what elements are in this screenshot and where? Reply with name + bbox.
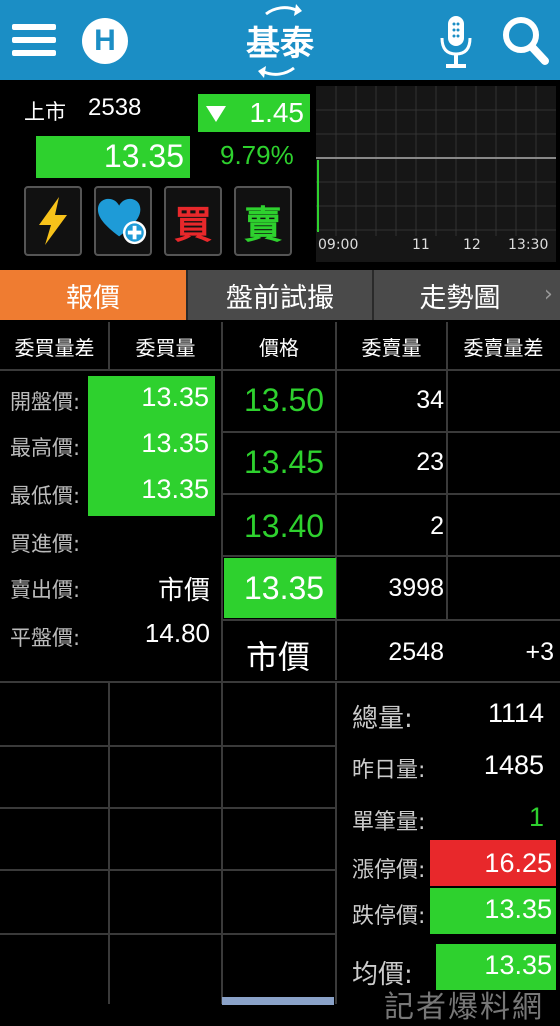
heart-add-icon	[97, 198, 147, 245]
yesterday-volume-label: 昨日量:	[352, 758, 426, 783]
average-price-value: 13.35	[484, 950, 552, 980]
tab-trend-chart[interactable]: 走勢圖	[374, 270, 546, 320]
book-ask-diff: +3	[525, 638, 554, 666]
buy-button[interactable]: 買	[164, 186, 222, 256]
ask-price-label: 賣出價:	[10, 578, 81, 602]
tick-volume-value: 1	[528, 802, 544, 832]
header-price: 價格	[259, 335, 299, 360]
change-box: 1.45	[198, 94, 310, 132]
tab-bar: 報價 盤前試撮 走勢圖 ›	[0, 270, 560, 320]
flash-order-button[interactable]	[24, 186, 82, 256]
stock-name: 基泰	[246, 23, 314, 64]
total-volume-value: 1114	[487, 698, 544, 728]
tick-volume-label: 單筆量:	[352, 810, 426, 835]
scroll-indicator	[222, 997, 334, 1005]
chart-tick-1330: 13:30	[508, 237, 549, 253]
intraday-mini-chart[interactable]	[316, 86, 556, 262]
bid-price-label: 買進價:	[10, 532, 81, 556]
add-favorite-button[interactable]	[94, 186, 152, 256]
book-ask-volume: 3998	[388, 574, 444, 602]
high-price-label: 最高價:	[10, 436, 81, 460]
open-price-value: 13.35	[141, 382, 209, 412]
reference-price-value: 14.80	[144, 618, 210, 648]
search-icon[interactable]	[500, 14, 550, 68]
limit-up-label: 漲停價:	[352, 858, 426, 883]
book-price[interactable]: 13.45	[244, 444, 324, 481]
book-ask-volume: 23	[416, 448, 444, 476]
stock-name-title[interactable]: 基泰	[230, 0, 330, 80]
reference-price-label: 平盤價:	[10, 626, 81, 650]
watermark-text: 記者爆料網	[384, 990, 544, 1025]
last-price: 13.35	[103, 138, 184, 174]
limit-down-value: 13.35	[484, 894, 552, 924]
change-percent: 9.79%	[220, 140, 294, 170]
total-volume-label: 總量:	[352, 704, 413, 734]
book-ask-volume: 2548	[388, 638, 444, 666]
tab-quote[interactable]: 報價	[0, 270, 186, 320]
sell-label: 賣	[243, 202, 282, 247]
change-value: 1.45	[249, 97, 305, 128]
book-price[interactable]: 13.35	[244, 570, 324, 607]
header-ask-volume: 委賣量	[361, 335, 422, 360]
menu-icon[interactable]	[12, 22, 58, 58]
market-label: 上市	[24, 100, 66, 124]
top-bar: H 基泰	[0, 0, 560, 80]
buy-label: 買	[173, 202, 212, 247]
down-arrow-icon	[206, 106, 226, 122]
chart-tick-11: 11	[412, 237, 430, 253]
book-price[interactable]: 13.40	[244, 508, 324, 545]
sell-button[interactable]: 賣	[234, 186, 292, 256]
microphone-icon[interactable]	[436, 12, 476, 72]
limit-down-label: 跌停價:	[352, 904, 426, 929]
header-bid-volume: 委買量	[135, 335, 196, 360]
open-price-label: 開盤價:	[10, 390, 81, 414]
book-ask-volume: 2	[430, 512, 444, 540]
low-price-value: 13.35	[141, 474, 209, 504]
high-price-value: 13.35	[141, 428, 209, 458]
book-price[interactable]: 13.50	[244, 382, 324, 419]
limit-up-value: 16.25	[484, 848, 552, 878]
low-price-cell: 13.35	[88, 468, 215, 516]
stock-code: 2538	[88, 94, 142, 121]
yesterday-volume-value: 1485	[483, 750, 544, 780]
lightning-icon	[39, 197, 67, 245]
home-logo-icon[interactable]: H	[82, 18, 128, 64]
chart-tick-0900: 09:00	[318, 237, 359, 253]
logo-letter: H	[94, 24, 116, 57]
header-ask-diff: 委賣量差	[463, 335, 544, 360]
header-bid-diff: 委買量差	[14, 335, 95, 360]
open-price-cell: 13.35	[88, 376, 215, 422]
ask-price-value: 市價	[157, 575, 210, 605]
book-ask-volume: 34	[416, 386, 444, 414]
chart-tick-12: 12	[463, 237, 481, 253]
tab-pre-market[interactable]: 盤前試撮	[188, 270, 372, 320]
low-price-label: 最低價:	[10, 484, 81, 508]
price-box: 13.35	[36, 136, 190, 178]
book-market-price[interactable]: 市價	[246, 632, 310, 678]
chevron-right-icon[interactable]: ›	[544, 282, 553, 307]
high-price-cell: 13.35	[88, 422, 215, 468]
